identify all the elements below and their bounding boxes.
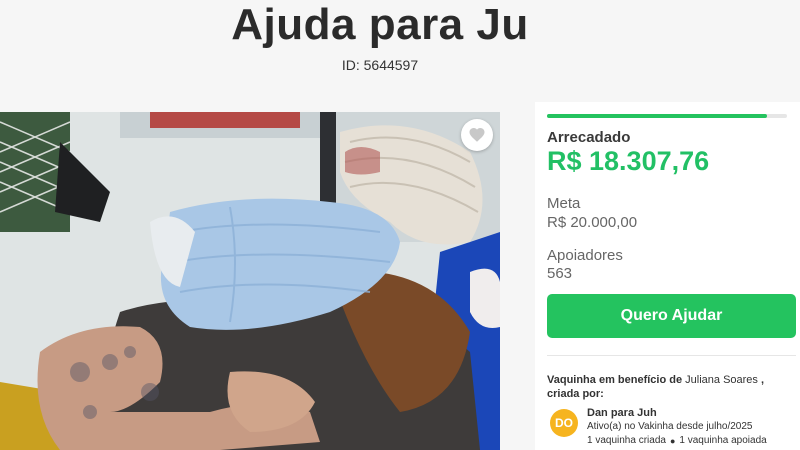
organizer-name[interactable]: Dan para Juh	[587, 407, 657, 419]
donate-button[interactable]: Quero Ajudar	[547, 294, 796, 338]
donation-summary-card: Arrecadado R$ 18.307,76 Meta R$ 20.000,0…	[535, 102, 800, 450]
progress-bar-fill	[547, 114, 767, 118]
supporters-count: 563	[547, 265, 573, 282]
campaigns-supported: 1 vaquinha apoiada	[679, 435, 767, 446]
page-title: Ajuda para Ju	[231, 0, 529, 49]
separator-dot-icon: ●	[669, 435, 676, 446]
raised-label: Arrecadado	[547, 129, 631, 146]
heart-icon	[469, 128, 485, 142]
campaign-id: ID: 5644597	[341, 57, 419, 73]
divider	[547, 355, 796, 356]
raised-amount: R$ 18.307,76	[547, 146, 710, 176]
organizer-avatar[interactable]: DO	[550, 409, 578, 437]
organizer-active-since: Ativo(a) no Vakinha desde julho/2025	[587, 421, 753, 432]
progress-bar	[547, 114, 787, 118]
organizer-stats: 1 vaquinha criada ● 1 vaquinha apoiada	[587, 435, 767, 446]
goal-label: Meta	[547, 195, 581, 212]
supporters-label: Apoiadores	[547, 247, 623, 264]
benefit-line: Vaquinha em benefício de Juliana Soares …	[547, 373, 797, 401]
campaign-photo	[0, 112, 500, 450]
beneficiary-name[interactable]: Juliana Soares	[685, 374, 758, 386]
goal-amount: R$ 20.000,00	[547, 214, 638, 231]
favorite-button[interactable]	[461, 119, 493, 151]
campaigns-created: 1 vaquinha criada	[587, 435, 666, 446]
benefit-prefix: Vaquinha em benefício de	[547, 374, 683, 386]
